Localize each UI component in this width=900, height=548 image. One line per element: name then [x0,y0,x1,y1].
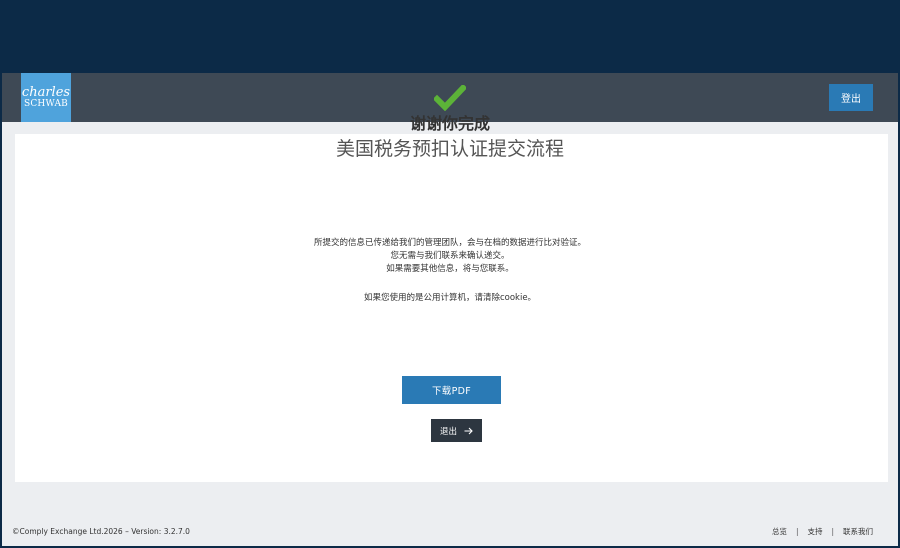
footer-link-overview[interactable]: 总览 [772,526,787,537]
footer-copyright: ©Comply Exchange Ltd.2026 – Version: 3.2… [12,527,190,536]
footer-separator: | [795,527,799,536]
footer-link-support[interactable]: 支持 [807,526,822,537]
arrow-right-icon [464,427,473,434]
cookie-notice: 如果您使用的是公用计算机，请清除cookie。 [363,293,537,303]
thanks-heading: 谢谢你完成 [409,114,490,133]
download-pdf-button[interactable]: 下载PDF [402,376,501,404]
logo-line2: SCHWAB [23,98,69,109]
message-line-2: 您无需与我们联系来确认递交。 [390,251,510,261]
footer-separator: | [831,527,834,536]
message-line-1: 所提交的信息已传递给我们的管理团队，会与在档的数据进行比对验证。 [313,238,586,248]
check-icon [434,85,466,111]
top-band [0,0,900,73]
logout-button[interactable]: 登出 [829,84,873,111]
exit-button-label: 退出 [439,426,457,437]
footer-link-contact[interactable]: 联系我们 [843,526,873,537]
message-line-3: 如果需要其他信息，将与您联系。 [386,264,514,274]
exit-button[interactable]: 退出 [431,419,482,442]
page-title: 美国税务预扣认证提交流程 [335,138,564,160]
logo-line1: charles [21,84,71,100]
footer-links: 总览 | 支持 | 联系我们 [772,526,873,537]
